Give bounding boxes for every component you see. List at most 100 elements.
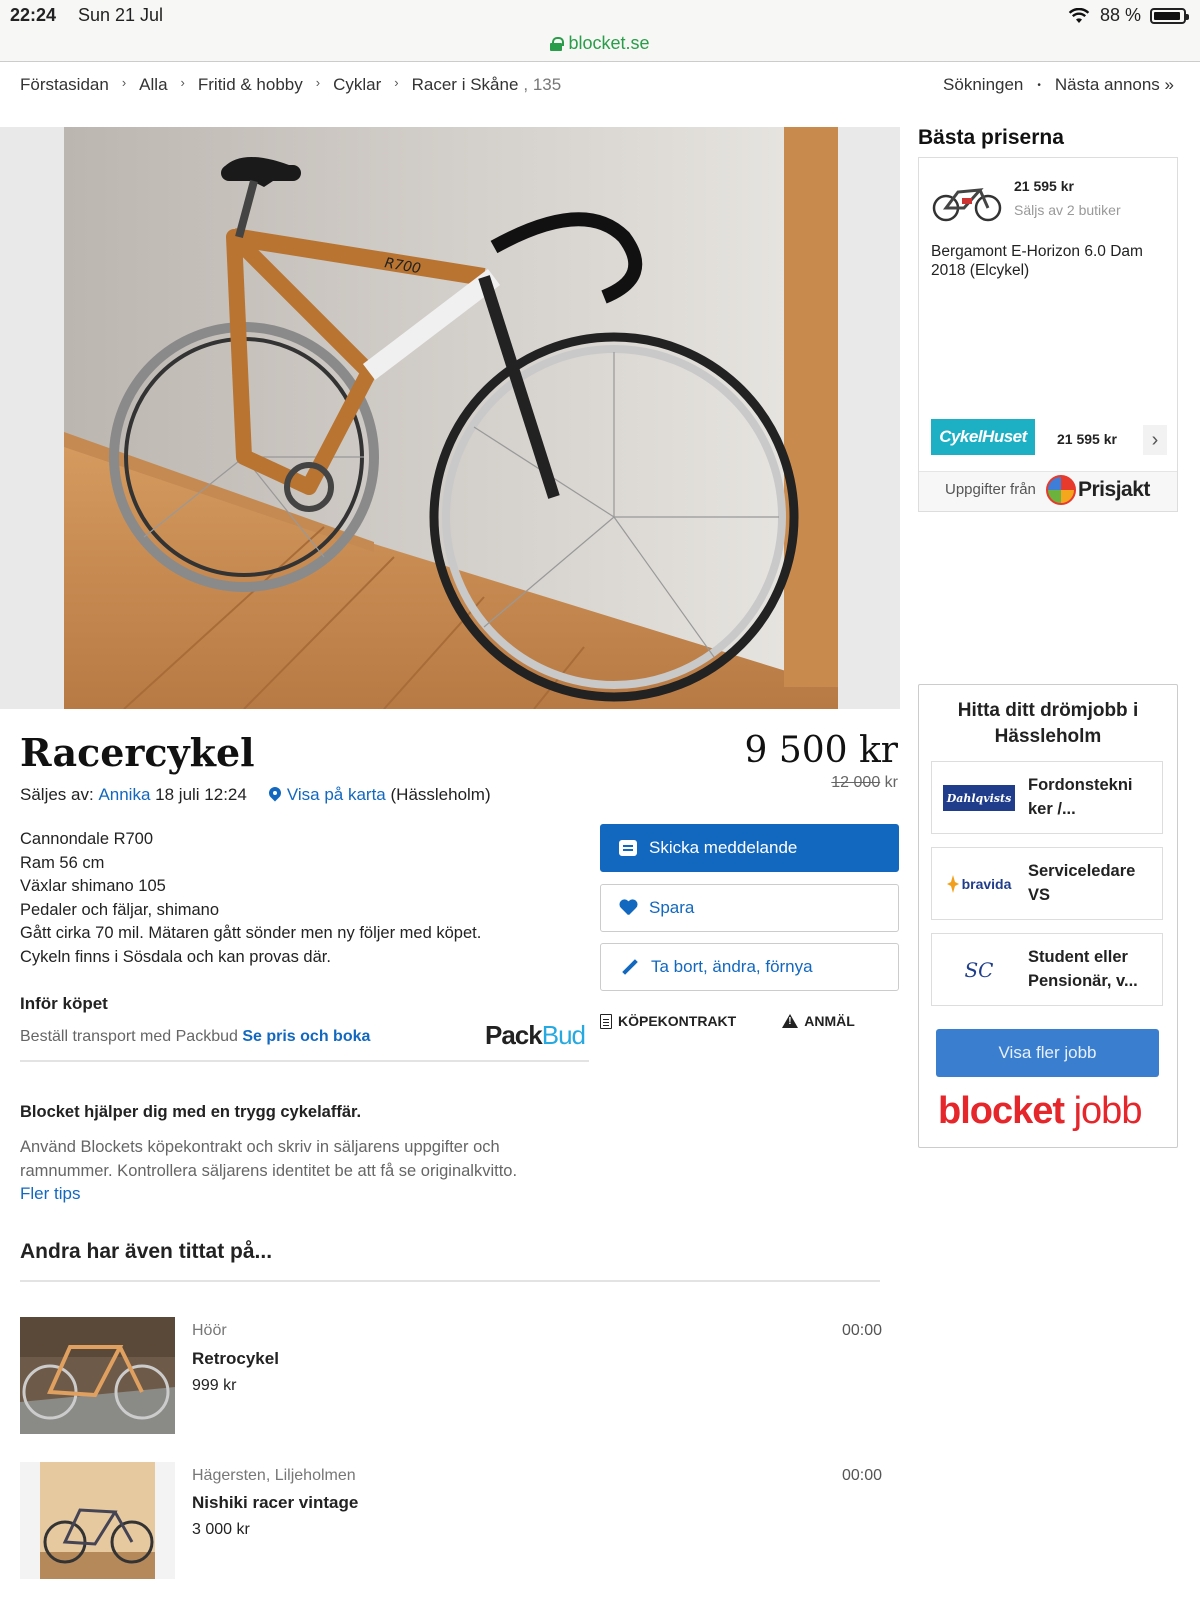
old-price-unit: kr bbox=[884, 774, 898, 791]
related-item-title[interactable]: Retrocykel bbox=[192, 1349, 279, 1369]
description-line: Pedaler och fäljar, shimano bbox=[20, 900, 220, 919]
edit-listing-button[interactable]: Ta bort, ändra, förnya bbox=[600, 943, 899, 991]
description-line: Cykeln finns i Sösdala och kan provas dä… bbox=[20, 947, 331, 966]
seller-line: Säljes av: Annika 18 juli 12:24 Visa på … bbox=[20, 785, 491, 805]
show-map-link[interactable]: Visa på karta bbox=[287, 785, 386, 805]
next-ad-link[interactable]: Nästa annons » bbox=[1055, 75, 1174, 95]
seller-prefix: Säljes av: bbox=[20, 785, 94, 804]
blocket-logo-text: blocket bbox=[938, 1090, 1065, 1132]
prisjakt-logo-icon bbox=[1046, 475, 1076, 505]
camera-icon bbox=[70, 805, 98, 827]
related-item-time: 00:00 bbox=[841, 1467, 882, 1484]
description-line: Ram 56 cm bbox=[20, 853, 105, 872]
listing-photo: R700 bbox=[64, 127, 838, 709]
lock-icon bbox=[550, 36, 565, 51]
separator-dot: • bbox=[1037, 79, 1041, 91]
company-logo: bravida bbox=[940, 864, 1018, 904]
job-ad-title: Student eller Pensionär, v... bbox=[1028, 948, 1138, 990]
battery-icon bbox=[1150, 8, 1189, 24]
chevron-right-icon[interactable]: › bbox=[1143, 425, 1167, 455]
document-icon bbox=[600, 1013, 612, 1029]
packbud-logo[interactable]: PackBud bbox=[485, 1020, 586, 1051]
report-label: ANMÄL bbox=[804, 1013, 855, 1029]
more-tips-link[interactable]: Fler tips bbox=[20, 1184, 80, 1204]
chevron-right-icon: › bbox=[394, 75, 399, 90]
address-bar[interactable]: blocket.se bbox=[0, 30, 1200, 62]
related-item-location: Hägersten, Liljeholmen bbox=[192, 1467, 356, 1484]
save-label: Spara bbox=[649, 898, 695, 917]
description-line: Cannondale R700 bbox=[20, 830, 154, 848]
seller-name-link[interactable]: Annika bbox=[98, 785, 150, 805]
listing-location: (Hässleholm) bbox=[390, 785, 491, 804]
related-item-thumbnail[interactable] bbox=[20, 1317, 175, 1434]
related-item-price: 999 kr bbox=[192, 1377, 237, 1394]
company-logo: SC bbox=[940, 950, 1018, 990]
company-logo: Dahlqvists bbox=[940, 778, 1018, 818]
price-source-label: Uppgifter från bbox=[945, 481, 1036, 498]
save-button[interactable]: Spara bbox=[600, 884, 899, 932]
packbud-line: Beställ transport med Packbud Se pris oc… bbox=[20, 1028, 370, 1046]
chevron-right-icon: › bbox=[180, 75, 185, 90]
packbud-logo-a: Pack bbox=[485, 1020, 543, 1050]
description-line: Gått cirka 70 mil. Mätaren gått sönder m… bbox=[20, 924, 482, 942]
heart-icon bbox=[619, 900, 637, 916]
blocket-jobb-logo[interactable]: blocket jobb bbox=[938, 1090, 1143, 1133]
listing-description: Cannondale R700 Ram 56 cm Växlar shimano… bbox=[20, 828, 481, 969]
listing-image-gallery[interactable]: R700 bbox=[0, 127, 900, 827]
company-logo-text: bravida bbox=[961, 876, 1012, 892]
job-ad-title: Fordonstekni ker /... bbox=[1028, 776, 1133, 818]
description-line: Växlar shimano 105 bbox=[20, 877, 166, 895]
job-ad-item[interactable]: bravida Serviceledare VS bbox=[931, 847, 1163, 920]
related-item-title[interactable]: Nishiki racer vintage bbox=[192, 1493, 358, 1513]
battery-percent: 88 % bbox=[1100, 5, 1142, 25]
listing-price: 9 500 kr bbox=[744, 730, 898, 771]
related-item-price: 3 000 kr bbox=[192, 1521, 250, 1538]
send-message-label: Skicka meddelande bbox=[649, 838, 798, 857]
search-link[interactable]: Sökningen bbox=[943, 75, 1023, 95]
secondary-actions: KÖPEKONTRAKT ANMÄL bbox=[600, 1013, 855, 1029]
purchase-contract-link[interactable]: KÖPEKONTRAKT bbox=[600, 1013, 736, 1029]
listing-date: 18 juli 12:24 bbox=[155, 785, 247, 804]
related-item-location: Höör bbox=[192, 1322, 227, 1339]
old-price-value: 12 000 bbox=[831, 774, 881, 791]
prisjakt-logo-text[interactable]: Prisjakt bbox=[1078, 478, 1150, 502]
safety-text: Använd Blockets köpekontrakt och skriv i… bbox=[20, 1138, 518, 1180]
chevron-right-icon: › bbox=[315, 75, 321, 90]
breadcrumb-hobby[interactable]: Fritid & hobby bbox=[198, 75, 303, 95]
related-heading: Andra har även tittat på... bbox=[20, 1240, 273, 1263]
contract-label: KÖPEKONTRAKT bbox=[618, 1013, 737, 1029]
best-price-shops: Säljs av 2 butiker bbox=[1014, 202, 1121, 218]
show-more-jobs-button[interactable]: Visa fler jobb bbox=[936, 1029, 1159, 1077]
breadcrumb-all[interactable]: Alla bbox=[139, 75, 167, 95]
best-price-product[interactable]: Bergamont E-Horizon 6.0 Dam 2018 (Elcyke… bbox=[931, 242, 1171, 280]
warning-icon bbox=[782, 1014, 799, 1028]
product-thumbnail bbox=[932, 188, 1002, 222]
jobb-logo-text: jobb bbox=[1073, 1090, 1143, 1132]
cykelhuset-logo[interactable]: CykelHuset bbox=[931, 419, 1035, 455]
packbud-link[interactable]: Se pris och boka bbox=[242, 1028, 370, 1045]
job-ad-item[interactable]: Dahlqvists Fordonstekni ker /... bbox=[931, 761, 1163, 834]
breadcrumb-racer[interactable]: Racer i Skåne bbox=[412, 75, 519, 95]
status-time: 22:24 bbox=[10, 5, 57, 25]
job-ads-heading: Hitta ditt drömjobb i Hässleholm bbox=[957, 700, 1139, 747]
breadcrumb-count: , 135 bbox=[523, 75, 562, 94]
listing-title: Racercykel bbox=[20, 730, 255, 775]
related-item-time: 00:00 bbox=[841, 1322, 882, 1339]
chevron-right-icon: › bbox=[121, 75, 127, 90]
safety-heading: Blocket hjälper dig med en trygg cykelaf… bbox=[20, 1103, 362, 1121]
report-link[interactable]: ANMÄL bbox=[782, 1013, 855, 1029]
purchase-heading: Inför köpet bbox=[20, 994, 108, 1013]
breadcrumb-bikes[interactable]: Cyklar bbox=[333, 75, 381, 95]
related-item-thumbnail[interactable] bbox=[20, 1462, 175, 1579]
job-ad-item[interactable]: SC Student eller Pensionär, v... bbox=[931, 933, 1163, 1006]
best-prices-heading: Bästa priserna bbox=[918, 126, 1064, 149]
bravida-star-icon bbox=[946, 875, 959, 893]
edit-label: Ta bort, ändra, förnya bbox=[651, 957, 813, 976]
send-message-button[interactable]: Skicka meddelande bbox=[600, 824, 899, 872]
old-price: 12 000 kr bbox=[831, 774, 898, 792]
best-price: 21 595 kr bbox=[1014, 178, 1074, 194]
url-text: blocket.se bbox=[568, 33, 650, 53]
pencil-icon bbox=[622, 959, 638, 975]
company-logo-text: Dahlqvists bbox=[943, 785, 1015, 811]
breadcrumb-home[interactable]: Förstasidan bbox=[20, 75, 109, 95]
